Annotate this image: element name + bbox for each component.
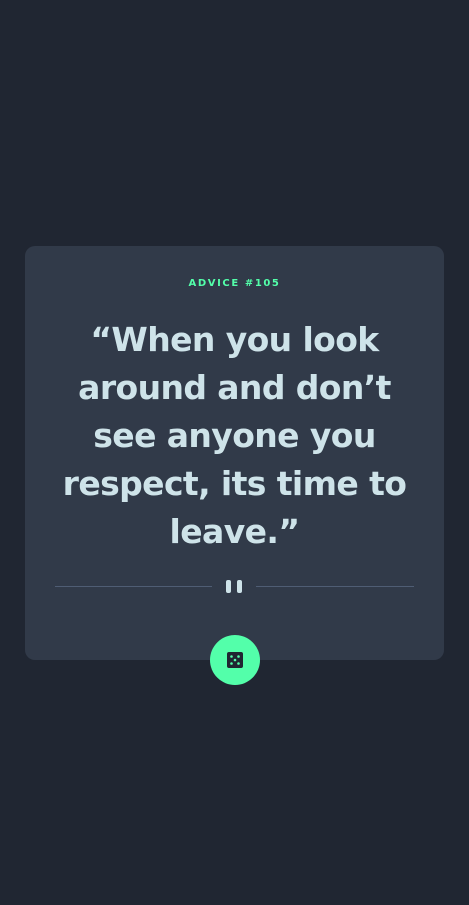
advice-id-label: ADVICE #105 — [188, 278, 281, 289]
pause-icon — [226, 580, 244, 593]
pattern-divider — [55, 577, 414, 597]
divider-line-right — [256, 586, 414, 587]
new-advice-button[interactable] — [210, 635, 260, 685]
dice-icon — [227, 652, 243, 668]
divider-line-left — [55, 586, 212, 587]
advice-quote: “When you look around and don’t see anyo… — [62, 320, 407, 551]
